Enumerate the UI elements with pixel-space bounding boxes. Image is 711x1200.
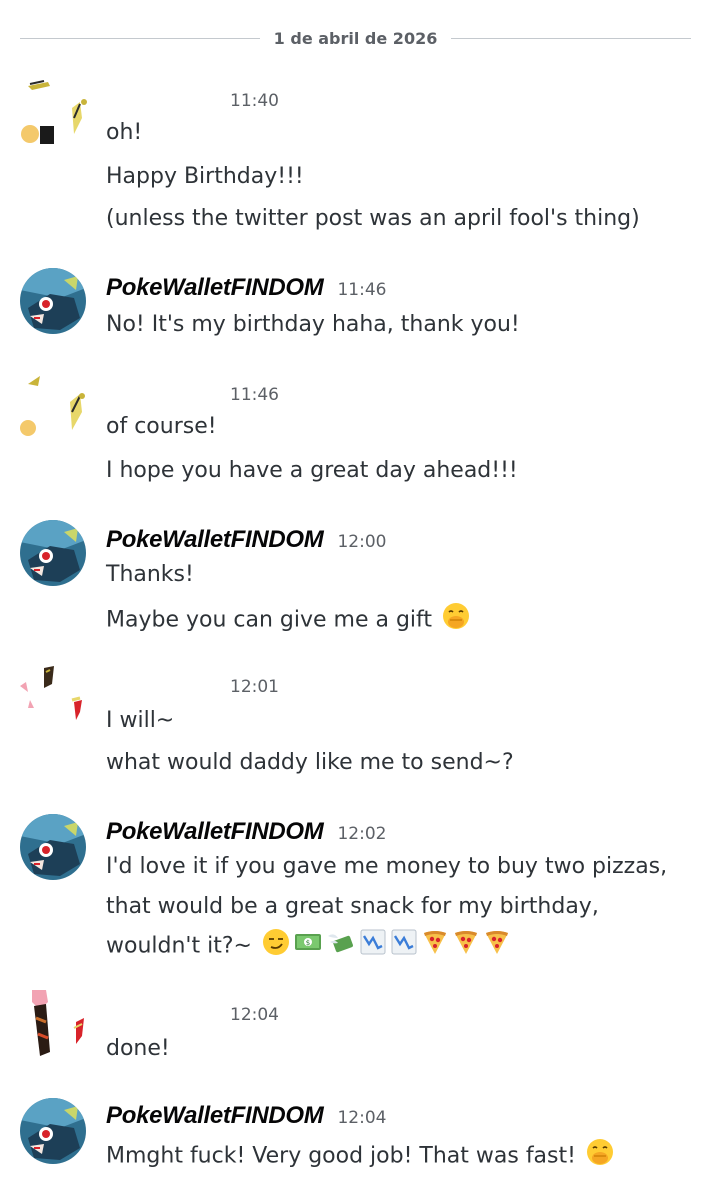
message-timestamp: 12:02 bbox=[337, 824, 387, 844]
message-line: Mmght fuck! Very good job! That was fast… bbox=[106, 1138, 614, 1175]
date-divider-label: 1 de abril de 2026 bbox=[273, 28, 438, 48]
message-line-text: wouldn't it?~ bbox=[106, 933, 252, 959]
redacted-username bbox=[106, 86, 216, 106]
avatar[interactable] bbox=[20, 814, 86, 880]
date-divider: 1 de abril de 2026 bbox=[20, 26, 692, 50]
redacted-username bbox=[106, 1000, 216, 1020]
pizza-icon bbox=[483, 928, 511, 965]
message-line: Thanks! bbox=[106, 562, 194, 587]
face-with-hand-over-mouth-icon bbox=[442, 602, 470, 639]
message-header: 12:01 bbox=[106, 672, 279, 702]
divider-line-left bbox=[20, 37, 260, 39]
redacted-username bbox=[106, 380, 216, 400]
username[interactable]: PokeWalletFINDOM bbox=[106, 818, 324, 846]
message-line: of course! bbox=[106, 414, 217, 439]
message-timestamp: 12:04 bbox=[230, 1005, 279, 1025]
message-timestamp: 12:01 bbox=[230, 677, 279, 697]
redacted-avatar[interactable] bbox=[10, 78, 90, 158]
message-line: Happy Birthday!!! bbox=[106, 164, 304, 189]
money-bills-icon: $ bbox=[293, 928, 323, 965]
avatar[interactable] bbox=[20, 520, 86, 586]
redacted-avatar[interactable] bbox=[10, 664, 90, 744]
message-timestamp: 11:46 bbox=[230, 385, 279, 405]
message-line: that would be a great snack for my birth… bbox=[106, 894, 599, 919]
message-timestamp: 12:00 bbox=[337, 532, 387, 552]
message-line: (unless the twitter post was an april fo… bbox=[106, 206, 640, 231]
pizza-icon bbox=[421, 928, 449, 965]
pizza-icon bbox=[452, 928, 480, 965]
message-header: 11:46 bbox=[106, 380, 279, 410]
smirking-face-icon bbox=[262, 928, 290, 965]
username[interactable]: PokeWalletFINDOM bbox=[106, 526, 324, 554]
chart-decreasing-icon bbox=[390, 928, 418, 965]
chart-decreasing-icon bbox=[359, 928, 387, 965]
redacted-username bbox=[106, 672, 216, 692]
avatar[interactable] bbox=[20, 268, 86, 334]
message-line-text: Maybe you can give me a gift bbox=[106, 607, 433, 633]
message-header: PokeWalletFINDOM 12:02 bbox=[106, 818, 386, 848]
message-header: 11:40 bbox=[106, 86, 279, 116]
username[interactable]: PokeWalletFINDOM bbox=[106, 1102, 324, 1130]
message-line: oh! bbox=[106, 120, 143, 145]
message-line: what would daddy like me to send~? bbox=[106, 750, 514, 775]
divider-line-right bbox=[451, 37, 692, 39]
money-with-wings-icon bbox=[326, 928, 356, 965]
message-header: PokeWalletFINDOM 12:04 bbox=[106, 1102, 386, 1132]
redacted-avatar[interactable] bbox=[10, 988, 90, 1068]
message-header: 12:04 bbox=[106, 1000, 279, 1030]
face-with-hand-over-mouth-icon bbox=[586, 1138, 614, 1175]
message-line: No! It's my birthday haha, thank you! bbox=[106, 312, 520, 337]
username[interactable]: PokeWalletFINDOM bbox=[106, 274, 324, 302]
message-line: wouldn't it?~ $ bbox=[106, 928, 511, 965]
message-header: PokeWalletFINDOM 11:46 bbox=[106, 274, 386, 304]
message-header: PokeWalletFINDOM 12:00 bbox=[106, 526, 386, 556]
svg-text:$: $ bbox=[306, 939, 310, 947]
redacted-avatar[interactable] bbox=[10, 372, 90, 452]
avatar[interactable] bbox=[20, 1098, 86, 1164]
message-line: I hope you have a great day ahead!!! bbox=[106, 458, 518, 483]
message-line: done! bbox=[106, 1036, 170, 1061]
message-line-text: Mmght fuck! Very good job! That was fast… bbox=[106, 1143, 576, 1169]
message-line: Maybe you can give me a gift bbox=[106, 602, 470, 639]
message-timestamp: 12:04 bbox=[337, 1108, 387, 1128]
message-timestamp: 11:40 bbox=[230, 91, 279, 111]
message-timestamp: 11:46 bbox=[337, 280, 387, 300]
message-line: I will~ bbox=[106, 708, 175, 733]
message-line: I'd love it if you gave me money to buy … bbox=[106, 854, 668, 879]
